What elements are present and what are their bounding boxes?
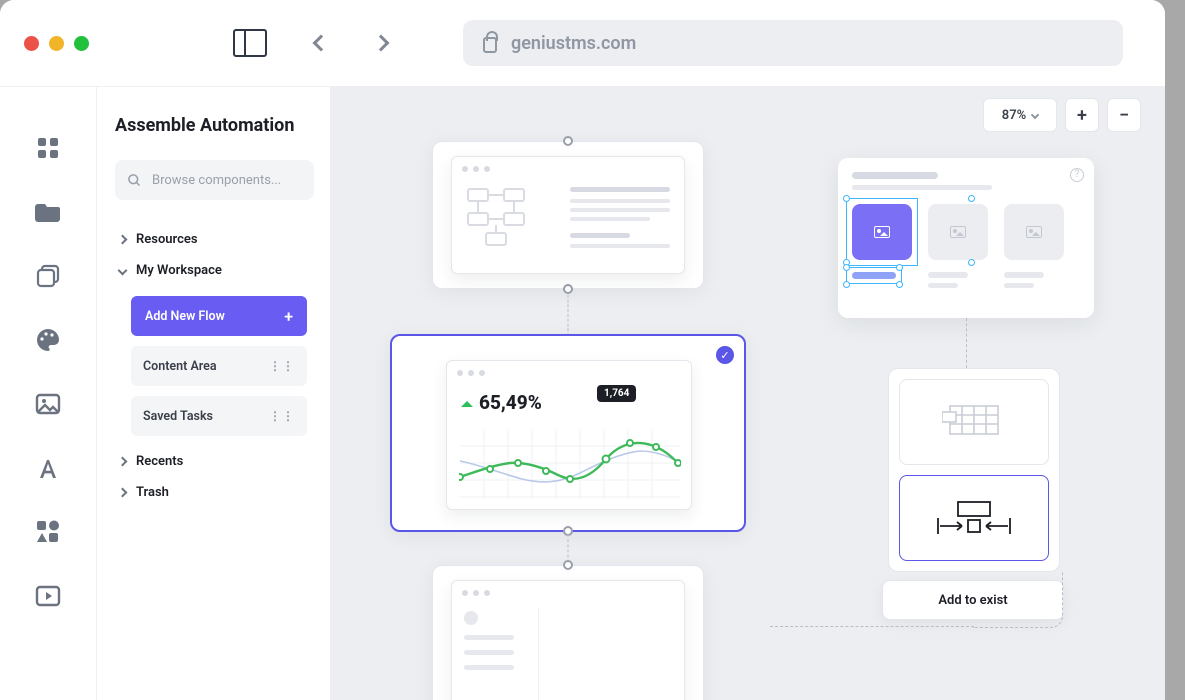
panel-title: Assemble Automation: [115, 115, 314, 136]
close-window-button[interactable]: [24, 36, 39, 51]
zoom-in-button[interactable]: +: [1065, 98, 1099, 132]
zoom-controls: 87% + −: [983, 98, 1141, 132]
grid-icon[interactable]: [33, 133, 63, 163]
flow-node-chart[interactable]: ✓ 65,49% 1,764: [390, 334, 746, 532]
tree-my-workspace[interactable]: My Workspace: [115, 255, 314, 286]
address-bar[interactable]: geniustms.com: [463, 20, 1123, 66]
chevron-down-icon: [1031, 111, 1039, 119]
search-placeholder: Browse components...: [152, 173, 281, 188]
chevron-right-icon: [118, 457, 128, 467]
video-icon[interactable]: [33, 581, 63, 611]
layers-icon[interactable]: [33, 261, 63, 291]
back-button[interactable]: [313, 35, 330, 52]
chevron-down-icon: [118, 266, 128, 276]
maximize-window-button[interactable]: [74, 36, 89, 51]
chevron-right-icon: [118, 235, 128, 245]
port-top[interactable]: [563, 136, 573, 146]
workspace-item-content-area[interactable]: Content Area ⋮⋮: [131, 346, 307, 386]
shapes-icon[interactable]: [33, 517, 63, 547]
text-icon[interactable]: [33, 453, 63, 483]
port-bottom[interactable]: [563, 284, 573, 294]
canvas-component-card[interactable]: ?: [838, 158, 1094, 318]
layout-options: [888, 368, 1060, 572]
flow-canvas[interactable]: 87% + −: [330, 86, 1165, 700]
flow-node-diagram[interactable]: [432, 141, 704, 289]
folder-icon[interactable]: [33, 197, 63, 227]
url-text: geniustms.com: [511, 33, 636, 54]
port-top[interactable]: [563, 560, 573, 570]
palette-icon[interactable]: [33, 325, 63, 355]
chart-percent: 65,49%: [479, 391, 542, 414]
thumb-3[interactable]: [1004, 204, 1064, 260]
layout-option-spacing[interactable]: [899, 475, 1049, 561]
tree-resources[interactable]: Resources: [115, 224, 314, 255]
image-icon[interactable]: [33, 389, 63, 419]
add-new-flow-button[interactable]: Add New Flow +: [131, 296, 307, 336]
minimize-window-button[interactable]: [49, 36, 64, 51]
tree-recents[interactable]: Recents: [115, 446, 314, 477]
zoom-out-button[interactable]: −: [1107, 98, 1141, 132]
flow-node-list[interactable]: [432, 565, 704, 700]
trend-up-icon: [461, 395, 473, 407]
tool-rail: [0, 86, 96, 700]
drag-handle-icon[interactable]: ⋮⋮: [269, 359, 295, 373]
chart-tooltip: 1,764: [597, 385, 636, 402]
zoom-select[interactable]: 87%: [983, 98, 1057, 132]
tree-trash[interactable]: Trash: [115, 477, 314, 508]
window-controls: [24, 36, 89, 51]
toggle-sidebar-button[interactable]: [233, 29, 267, 57]
connector: [770, 626, 974, 627]
components-panel: Assemble Automation Browse components...…: [96, 86, 330, 700]
drag-handle-icon[interactable]: ⋮⋮: [269, 409, 295, 423]
titlebar: geniustms.com: [0, 0, 1165, 86]
layout-option-table[interactable]: [899, 379, 1049, 465]
search-input[interactable]: Browse components...: [115, 160, 314, 200]
chevron-right-icon: [118, 488, 128, 498]
forward-button[interactable]: [373, 35, 390, 52]
plus-icon: +: [284, 307, 293, 326]
connector: [973, 572, 1063, 628]
help-icon[interactable]: ?: [1070, 168, 1084, 182]
search-icon: [127, 173, 142, 188]
app-window: geniustms.com: [0, 0, 1165, 700]
lock-icon: [483, 37, 497, 53]
connector: [966, 318, 967, 368]
workspace-item-saved-tasks[interactable]: Saved Tasks ⋮⋮: [131, 396, 307, 436]
thumb-2[interactable]: [928, 204, 988, 260]
connector: [568, 290, 569, 336]
chart-plot: [459, 429, 681, 499]
check-icon: ✓: [716, 346, 734, 364]
